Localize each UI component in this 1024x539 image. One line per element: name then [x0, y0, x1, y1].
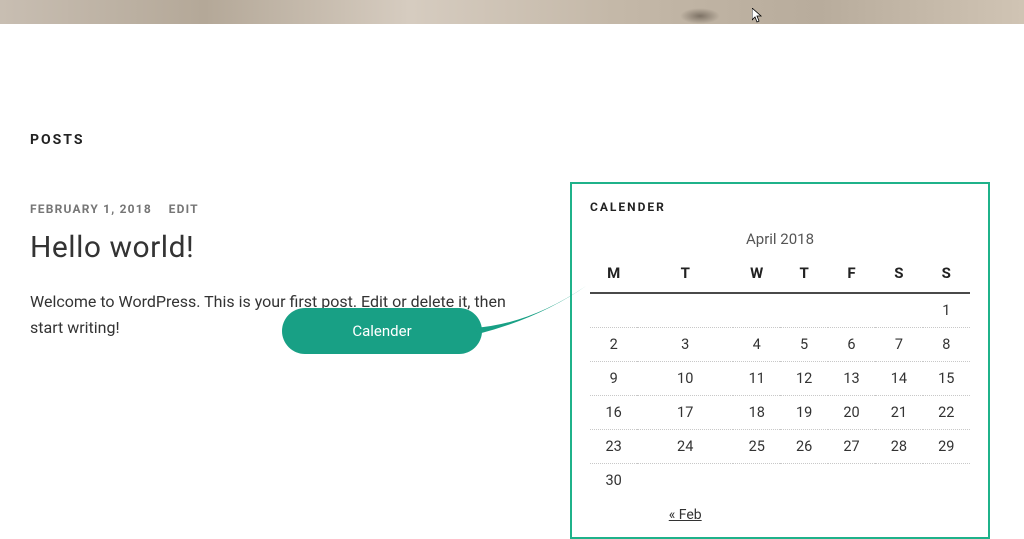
calendar-row: 1 — [590, 293, 970, 328]
calendar-day — [828, 464, 875, 498]
calendar-day — [637, 293, 733, 328]
calendar-widget: CALENDER April 2018 M T W T F S S 123456… — [570, 182, 990, 539]
calendar-day[interactable]: 4 — [733, 328, 780, 362]
cursor-icon — [752, 8, 764, 24]
calendar-day[interactable]: 12 — [780, 362, 827, 396]
weekday-fri: F — [828, 256, 875, 293]
calendar-day — [875, 293, 922, 328]
calendar-day[interactable]: 13 — [828, 362, 875, 396]
weekday-thu: T — [780, 256, 827, 293]
calendar-prev-cell: « Feb — [637, 497, 733, 523]
calendar-day[interactable]: 27 — [828, 430, 875, 464]
calendar-day[interactable]: 3 — [637, 328, 733, 362]
post-title[interactable]: Hello world! — [30, 230, 540, 265]
calendar-row: 23242526272829 — [590, 430, 970, 464]
calendar-table: April 2018 M T W T F S S 123456789101112… — [590, 230, 970, 523]
post: FEBRUARY 1, 2018 EDIT Hello world! Welco… — [30, 202, 540, 340]
hero-banner — [0, 0, 1024, 24]
calendar-day[interactable]: 14 — [875, 362, 922, 396]
calendar-day[interactable]: 28 — [875, 430, 922, 464]
calendar-weekday-row: M T W T F S S — [590, 256, 970, 293]
calendar-row: 16171819202122 — [590, 396, 970, 430]
calendar-day — [733, 293, 780, 328]
calendar-day — [590, 293, 637, 328]
calendar-day[interactable]: 9 — [590, 362, 637, 396]
main-content: POSTS FEBRUARY 1, 2018 EDIT Hello world!… — [30, 24, 570, 539]
calendar-day[interactable]: 11 — [733, 362, 780, 396]
calendar-row: 2345678 — [590, 328, 970, 362]
calendar-day[interactable]: 23 — [590, 430, 637, 464]
calendar-day[interactable]: 1 — [923, 293, 970, 328]
calendar-day[interactable]: 6 — [828, 328, 875, 362]
calendar-day[interactable]: 26 — [780, 430, 827, 464]
calendar-day[interactable]: 24 — [637, 430, 733, 464]
calendar-prev-link[interactable]: « Feb — [669, 507, 702, 523]
post-excerpt: Welcome to WordPress. This is your first… — [30, 289, 540, 340]
weekday-wed: W — [733, 256, 780, 293]
calendar-day[interactable]: 19 — [780, 396, 827, 430]
calendar-day[interactable]: 15 — [923, 362, 970, 396]
calendar-day[interactable]: 20 — [828, 396, 875, 430]
calendar-day[interactable]: 29 — [923, 430, 970, 464]
sidebar: CALENDER April 2018 M T W T F S S 123456… — [570, 24, 990, 539]
calendar-day — [637, 464, 733, 498]
calendar-day — [780, 464, 827, 498]
weekday-mon: M — [590, 256, 637, 293]
posts-heading: POSTS — [30, 132, 540, 148]
calendar-day[interactable]: 17 — [637, 396, 733, 430]
calendar-caption: April 2018 — [590, 230, 970, 256]
calendar-row: 9101112131415 — [590, 362, 970, 396]
post-date-link[interactable]: FEBRUARY 1, 2018 — [30, 202, 152, 216]
weekday-sun: S — [923, 256, 970, 293]
weekday-sat: S — [875, 256, 922, 293]
calendar-day[interactable]: 5 — [780, 328, 827, 362]
post-meta: FEBRUARY 1, 2018 EDIT — [30, 202, 540, 216]
calendar-day[interactable]: 7 — [875, 328, 922, 362]
calendar-row: 30 — [590, 464, 970, 498]
calendar-day — [828, 293, 875, 328]
calendar-day — [780, 293, 827, 328]
calendar-day[interactable]: 18 — [733, 396, 780, 430]
calendar-day[interactable]: 25 — [733, 430, 780, 464]
calendar-day[interactable]: 2 — [590, 328, 637, 362]
calendar-day — [875, 464, 922, 498]
calendar-day[interactable]: 22 — [923, 396, 970, 430]
post-edit-link[interactable]: EDIT — [169, 202, 199, 216]
calendar-day[interactable]: 16 — [590, 396, 637, 430]
calendar-day — [923, 464, 970, 498]
calendar-day[interactable]: 30 — [590, 464, 637, 498]
weekday-tue: T — [637, 256, 733, 293]
calendar-day[interactable]: 21 — [875, 396, 922, 430]
calendar-day — [733, 464, 780, 498]
calendar-body: 1234567891011121314151617181920212223242… — [590, 293, 970, 497]
calendar-day[interactable]: 10 — [637, 362, 733, 396]
calendar-widget-title: CALENDER — [590, 200, 970, 214]
calendar-day[interactable]: 8 — [923, 328, 970, 362]
